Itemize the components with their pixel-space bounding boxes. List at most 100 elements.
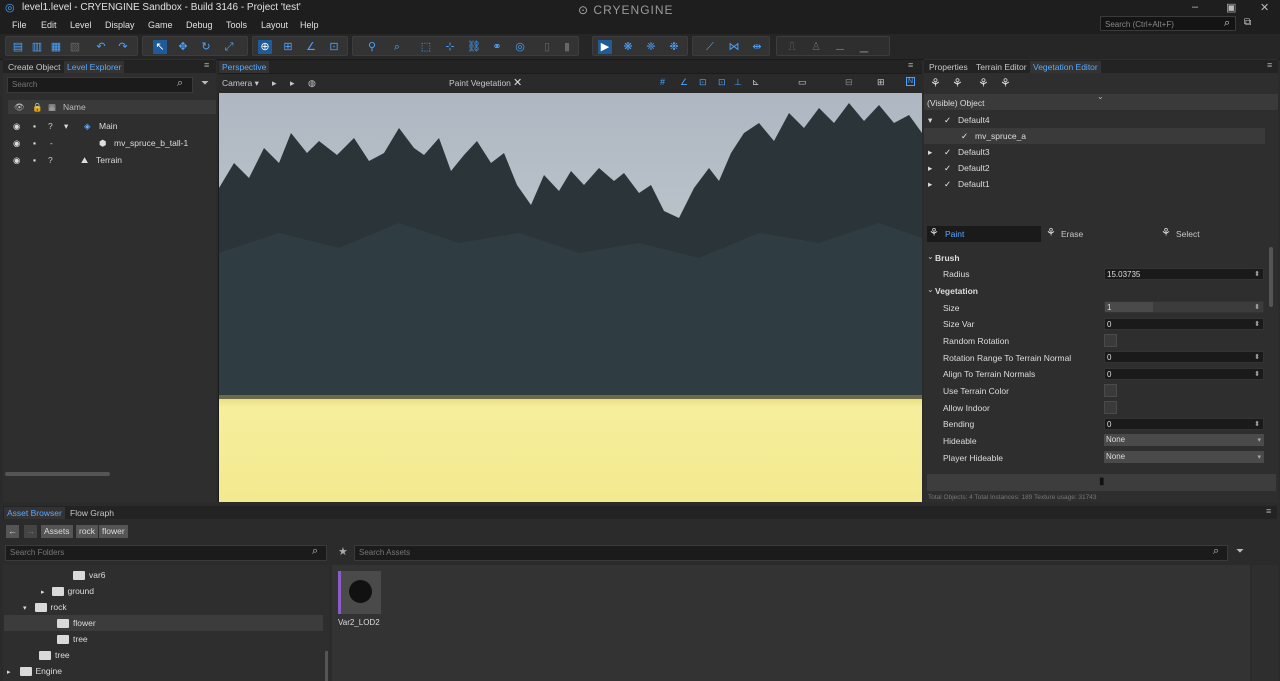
display-options-icon[interactable]: ▭ xyxy=(798,77,807,88)
menu-help[interactable]: Help xyxy=(300,20,319,30)
maximize-icon[interactable]: ▣ xyxy=(1226,1,1236,14)
checkbox-checked-icon[interactable]: ✓ xyxy=(944,176,951,192)
add-tree-icon[interactable]: ⚘ xyxy=(930,76,941,90)
explorer-search-input[interactable]: Search xyxy=(7,77,193,93)
search-icon[interactable]: ⌕ xyxy=(1224,17,1230,30)
terrain-snap-icon[interactable]: ⊥ xyxy=(734,77,742,88)
zoom-icon[interactable]: ⌕ xyxy=(390,40,404,54)
checkbox-checked-icon[interactable]: ✓ xyxy=(944,160,951,176)
eye-icon[interactable]: ◉ xyxy=(13,118,20,134)
terrain-slope-icon[interactable]: ⟋ xyxy=(703,40,717,54)
folder-ground[interactable]: ▸ ground xyxy=(41,583,94,599)
play-icon[interactable]: ▶ xyxy=(598,40,612,54)
collapsed-arrow-icon[interactable]: ▸ xyxy=(928,176,932,192)
collapsed-arrow-icon[interactable]: ▸ xyxy=(41,589,45,596)
eye-icon[interactable]: ◉ xyxy=(13,152,20,168)
expand-arrow-icon[interactable]: ▾ xyxy=(64,118,68,134)
record-icon[interactable]: ◍ xyxy=(308,78,316,89)
bones-icon[interactable]: ⚊ xyxy=(833,40,847,54)
save-as-icon[interactable]: ▦ xyxy=(49,40,63,54)
sync-icon[interactable]: ❉ xyxy=(667,40,681,54)
player-hideable-dropdown[interactable]: None ▾ xyxy=(1104,451,1264,463)
remove-tree-icon[interactable]: ⚘ xyxy=(978,76,989,90)
expand-arrow-icon[interactable]: ▾ xyxy=(23,605,27,612)
folder-search-input[interactable]: Search Folders xyxy=(5,545,327,561)
lock-column-icon[interactable]: 🔒 xyxy=(32,100,43,114)
breadcrumb-flower[interactable]: flower xyxy=(99,525,128,538)
object-column-header[interactable]: ⌄ (Visible) Object xyxy=(924,92,1278,110)
panel-menu-icon[interactable]: ≡ xyxy=(1266,506,1271,516)
coord-system-icon[interactable]: ⊕ xyxy=(258,40,272,54)
radius-field[interactable]: 15.03735 ⬍ xyxy=(1104,268,1264,280)
camera-dropdown[interactable]: Camera ▾ xyxy=(222,78,259,89)
play-icon[interactable]: ▸ xyxy=(272,78,277,89)
asset-scroll-area[interactable] xyxy=(1252,565,1278,681)
select-region-icon[interactable]: ⬚ xyxy=(419,40,433,54)
visibility-icon[interactable]: 👁 xyxy=(14,100,25,114)
eye-icon[interactable]: ◉ xyxy=(13,135,20,151)
breadcrumb-assets[interactable]: Assets xyxy=(41,525,73,538)
navmesh-icon[interactable]: N xyxy=(906,77,916,86)
filter-icon[interactable]: ⏷ xyxy=(201,78,209,89)
asset-tile-var2-lod2[interactable] xyxy=(338,571,381,614)
section-vegetation[interactable]: Vegetation xyxy=(935,286,978,296)
scale-tool-icon[interactable]: ⤢ xyxy=(222,40,236,54)
align-field[interactable]: 0 ⬍ xyxy=(1104,368,1264,380)
hideable-dropdown[interactable]: None ▾ xyxy=(1104,434,1264,446)
pin-icon[interactable]: ⚲ xyxy=(365,40,379,54)
undo-icon[interactable]: ↶ xyxy=(94,40,108,54)
folder-flower[interactable]: flower xyxy=(4,615,323,631)
erase-mode-button[interactable]: ⚘ Erase xyxy=(1044,226,1158,242)
minimize-icon[interactable]: – xyxy=(1192,1,1198,13)
menu-edit[interactable]: Edit xyxy=(41,20,57,30)
collapsed-arrow-icon[interactable]: ▸ xyxy=(928,160,932,176)
tab-create-object[interactable]: Create Object xyxy=(5,61,63,73)
select-tool-icon[interactable]: ↖ xyxy=(153,40,167,54)
collapse-brush-icon[interactable]: ⌄ xyxy=(927,252,934,261)
figure-icon[interactable]: ♙ xyxy=(809,40,823,54)
explorer-row-terrain[interactable]: ◉ ▪ ? ⛰ Terrain xyxy=(8,152,216,168)
snap-scale-icon[interactable]: ⊡ xyxy=(327,40,341,54)
menu-file[interactable]: File xyxy=(12,20,27,30)
lock-icon[interactable]: ▪ xyxy=(33,152,36,168)
panel-menu-icon[interactable]: ≡ xyxy=(1267,60,1272,70)
grid-snap-icon[interactable]: # xyxy=(660,77,665,87)
terrain-grid-icon[interactable]: ⋈ xyxy=(727,40,741,54)
veg-row-mv-spruce-a[interactable]: ✓ mv_spruce_a xyxy=(924,128,1265,144)
paint-mode-button[interactable]: ⚘ Paint xyxy=(927,226,1041,242)
checkbox-checked-icon[interactable]: ✓ xyxy=(961,128,968,144)
lock-icon[interactable]: ▯ xyxy=(540,40,554,54)
tab-vegetation-editor[interactable]: Vegetation Editor xyxy=(1030,61,1101,73)
select-mode-button[interactable]: ⚘ Select xyxy=(1161,226,1275,242)
menu-game[interactable]: Game xyxy=(148,20,173,30)
tab-flow-graph[interactable]: Flow Graph xyxy=(67,507,117,519)
bending-field[interactable]: 0 ⬍ xyxy=(1104,418,1264,430)
physics-icon[interactable]: ❈ xyxy=(644,40,658,54)
properties-scrollbar[interactable] xyxy=(1269,247,1273,307)
veg-row-default2[interactable]: ▸ ✓ Default2 xyxy=(924,160,1278,176)
veg-row-default1[interactable]: ▸ ✓ Default1 xyxy=(924,176,1278,192)
scale-snap-icon[interactable]: ⊡ xyxy=(699,77,707,88)
explorer-row-main[interactable]: ◉ ▪ ? ▾ ◈ Main xyxy=(8,118,216,134)
ai-icon[interactable]: ❋ xyxy=(621,40,635,54)
back-button[interactable]: ← xyxy=(6,525,19,538)
folder-tree-top[interactable]: tree xyxy=(39,647,70,663)
section-brush[interactable]: Brush xyxy=(935,253,960,263)
snap-grid-icon[interactable]: ⊞ xyxy=(281,40,295,54)
new-level-icon[interactable]: ▤ xyxy=(11,40,25,54)
vertex-snap-icon[interactable]: ⊡ xyxy=(718,77,726,88)
add-group-icon[interactable]: ⚘ xyxy=(952,76,963,90)
terrain-flatten-icon[interactable]: ⇹ xyxy=(750,40,764,54)
collapsed-arrow-icon[interactable]: ▸ xyxy=(7,669,11,676)
random-rotation-checkbox[interactable] xyxy=(1104,334,1117,347)
link-icon[interactable]: ⛓ xyxy=(467,40,481,54)
collapse-vegetation-icon[interactable]: ⌄ xyxy=(927,285,934,294)
size-var-field[interactable]: 0 ⬍ xyxy=(1104,318,1264,330)
checkbox-checked-icon[interactable]: ✓ xyxy=(944,112,951,128)
terrain-color-checkbox[interactable] xyxy=(1104,384,1117,397)
checkbox-checked-icon[interactable]: ✓ xyxy=(944,144,951,160)
lock-icon[interactable]: ▪ xyxy=(33,135,36,151)
menu-level[interactable]: Level xyxy=(70,20,92,30)
save-icon[interactable]: ▥ xyxy=(30,40,44,54)
menu-tools[interactable]: Tools xyxy=(226,20,247,30)
